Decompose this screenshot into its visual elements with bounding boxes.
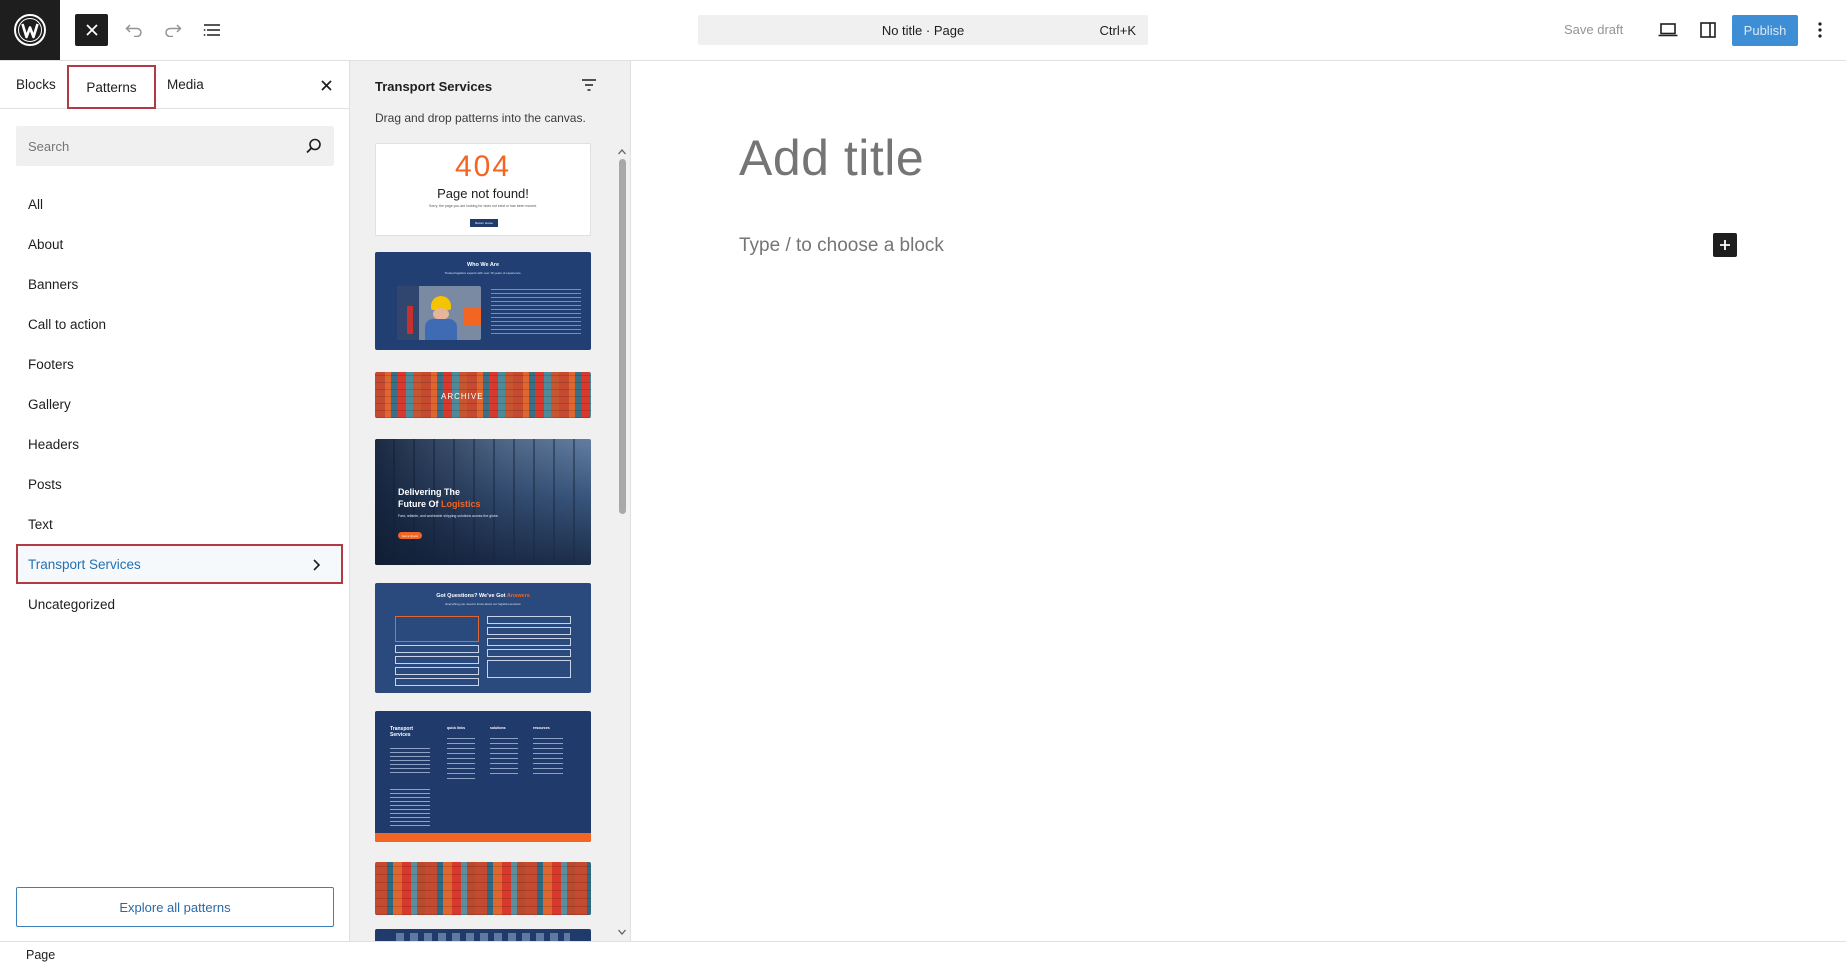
preview-button[interactable]: [1652, 14, 1684, 46]
pattern-footer-col2: solutions: [490, 726, 506, 730]
pattern-404-text: Sorry, the page you are looking for does…: [429, 204, 537, 208]
pattern-404-button: Return Home: [470, 219, 498, 227]
tab-blocks[interactable]: Blocks: [16, 77, 56, 92]
filter-icon[interactable]: [579, 75, 599, 95]
scroll-down-icon[interactable]: [617, 927, 627, 937]
pattern-thumbnail-footer[interactable]: Transport Services quick links solutions…: [375, 711, 591, 842]
list-view-icon: [203, 24, 220, 36]
pattern-preview-panel: Transport Services Drag and drop pattern…: [350, 61, 631, 941]
inserter-tabs: Blocks Patterns Media: [0, 61, 349, 109]
undo-icon: [125, 24, 142, 37]
inserter-sidebar: Blocks Patterns Media All About Banners …: [0, 61, 350, 941]
pattern-404-number: 404: [454, 150, 512, 183]
pattern-who-text-lines: [491, 286, 581, 336]
category-item-transport-services[interactable]: Transport Services: [16, 544, 343, 584]
pattern-search: [16, 126, 334, 166]
close-inserter-button[interactable]: [75, 14, 108, 46]
pattern-hero-button: Get a Quote: [398, 532, 422, 539]
default-block-appender[interactable]: Type / to choose a block: [739, 235, 944, 257]
category-item-banners[interactable]: Banners: [16, 264, 346, 304]
wordpress-logo-button[interactable]: [0, 0, 60, 60]
pattern-footer-brand: Transport Services: [390, 726, 414, 738]
pattern-faq-sub: Everything you need to know about our lo…: [445, 602, 521, 606]
category-item-uncategorized[interactable]: Uncategorized: [16, 584, 346, 624]
redo-icon: [165, 24, 182, 37]
options-menu-button[interactable]: [1808, 14, 1832, 46]
search-icon: [306, 138, 321, 154]
pattern-thumbnail-who-we-are[interactable]: Who We Are Trusted logistics experts wit…: [375, 252, 591, 350]
pattern-thumbnail-partial[interactable]: [375, 929, 591, 941]
pattern-category-list: All About Banners Call to action Footers…: [16, 184, 346, 624]
wordpress-icon: [14, 14, 46, 46]
pattern-who-sub: Trusted logistics experts with over 15 y…: [444, 271, 522, 275]
pattern-hero-sub: Fast, reliable, and worldwide shipping s…: [398, 514, 499, 518]
pattern-thumbnail-containers-banner[interactable]: ARCHIVE: [375, 372, 591, 418]
category-item-footers[interactable]: Footers: [16, 344, 346, 384]
pattern-hero-line2: Future Of Logistics: [398, 499, 481, 509]
pattern-faq-left-column: [395, 616, 479, 686]
pattern-thumbnail-404[interactable]: 404 Page not found! Sorry, the page you …: [375, 143, 591, 236]
block-breadcrumb[interactable]: Page: [26, 948, 55, 962]
pattern-hero-line1: Delivering The: [398, 487, 461, 497]
command-palette-bar[interactable]: No title · Page Ctrl+K: [698, 15, 1148, 45]
editor-header: No title · Page Ctrl+K Save draft Publis…: [0, 0, 1846, 61]
category-item-about[interactable]: About: [16, 224, 346, 264]
pattern-who-image: [397, 286, 481, 340]
tab-media[interactable]: Media: [167, 77, 204, 92]
search-input[interactable]: [16, 126, 296, 166]
chevron-right-icon: [313, 559, 321, 571]
scroll-up-icon[interactable]: [617, 147, 627, 157]
tab-patterns[interactable]: Patterns: [67, 65, 156, 109]
post-title-field[interactable]: Add title: [739, 129, 924, 187]
category-item-headers[interactable]: Headers: [16, 424, 346, 464]
pattern-faq-right-column: [487, 616, 571, 686]
pattern-thumbnail-containers-2[interactable]: [375, 862, 591, 915]
save-draft-button[interactable]: Save draft: [1564, 22, 1623, 37]
panel-title: Transport Services: [375, 79, 493, 94]
editor-footer: Page: [0, 941, 1846, 966]
plus-icon: [1720, 240, 1730, 250]
panel-description: Drag and drop patterns into the canvas.: [375, 111, 586, 125]
close-icon: [85, 24, 98, 36]
settings-sidebar-button[interactable]: [1692, 14, 1724, 46]
pattern-thumbnail-hero[interactable]: Delivering The Future Of Logistics Fast,…: [375, 439, 591, 565]
pattern-faq-heading: Got Questions? We've Got Answers: [436, 593, 530, 599]
desktop-icon: [1658, 23, 1678, 37]
pattern-thumbnail-faq[interactable]: Got Questions? We've Got Answers Everyth…: [375, 583, 591, 693]
scrollbar-thumb[interactable]: [619, 159, 626, 514]
explore-all-patterns-button[interactable]: Explore all patterns: [16, 887, 334, 927]
category-label: Transport Services: [28, 556, 141, 572]
redo-button[interactable]: [157, 14, 189, 46]
pattern-who-heading: Who We Are: [466, 262, 500, 268]
shortcut-hint: Ctrl+K: [1099, 23, 1136, 38]
sidebar-icon: [1700, 22, 1716, 38]
add-block-button[interactable]: [1713, 233, 1737, 257]
category-item-text[interactable]: Text: [16, 504, 346, 544]
undo-button[interactable]: [118, 14, 150, 46]
category-item-call-to-action[interactable]: Call to action: [16, 304, 346, 344]
document-title: No title · Page: [881, 23, 965, 38]
editor-canvas: Add title Type / to choose a block: [631, 61, 1846, 941]
category-item-gallery[interactable]: Gallery: [16, 384, 346, 424]
category-item-all[interactable]: All: [16, 184, 346, 224]
publish-button[interactable]: Publish: [1732, 15, 1798, 46]
document-overview-button[interactable]: [196, 14, 228, 46]
category-item-posts[interactable]: Posts: [16, 464, 346, 504]
more-vertical-icon: [1818, 22, 1822, 38]
close-panel-button[interactable]: [316, 75, 336, 95]
pattern-footer-col3: resources: [533, 726, 550, 730]
pattern-banner-text: ARCHIVE: [441, 392, 484, 401]
pattern-footer-col1: quick links: [447, 726, 466, 730]
pattern-panel-scrollbar[interactable]: [616, 145, 628, 941]
pattern-404-heading: Page not found!: [437, 186, 529, 201]
close-icon: [320, 79, 332, 91]
